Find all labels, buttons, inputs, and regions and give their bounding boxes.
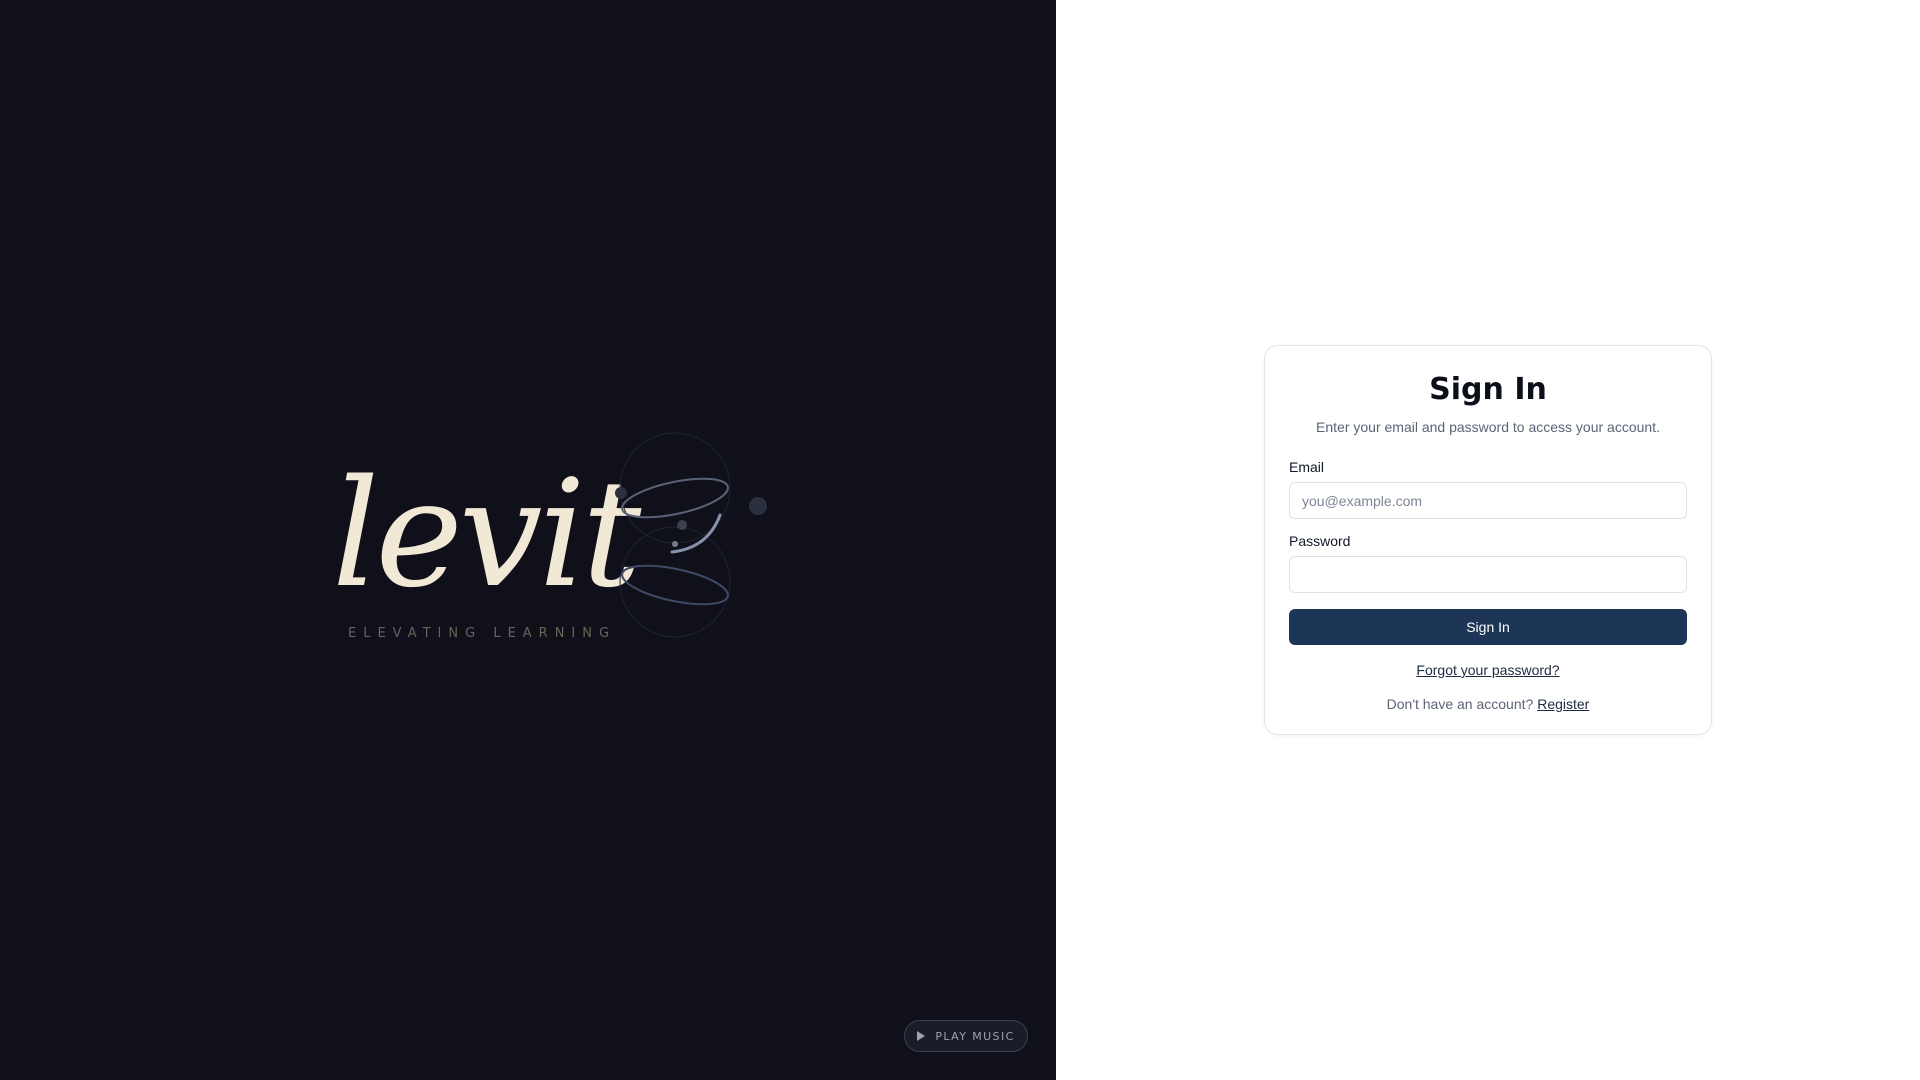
logo: levit ELEVATING LEARNING <box>320 430 780 650</box>
forgot-password-link[interactable]: Forgot your password? <box>1289 662 1687 678</box>
register-prompt: Don't have an account? <box>1386 696 1534 712</box>
brand-panel: levit ELEVATING LEARNING PLAY MUSIC <box>0 0 1056 1080</box>
signin-subtitle: Enter your email and password to access … <box>1316 419 1660 435</box>
play-music-button[interactable]: PLAY MUSIC <box>904 1020 1028 1052</box>
page-title: Sign In <box>1429 372 1547 407</box>
password-field[interactable] <box>1289 556 1687 593</box>
signin-card: Sign In Enter your email and password to… <box>1264 345 1712 735</box>
play-icon <box>917 1031 926 1041</box>
logo-tagline: ELEVATING LEARNING <box>348 626 617 641</box>
play-music-label: PLAY MUSIC <box>935 1029 1015 1043</box>
register-row: Don't have an account? Register <box>1289 696 1687 712</box>
email-field[interactable] <box>1289 482 1687 519</box>
sign-in-button[interactable]: Sign In <box>1289 609 1687 645</box>
email-label: Email <box>1289 459 1325 475</box>
orbit-logo-icon <box>615 432 767 638</box>
register-link[interactable]: Register <box>1537 696 1589 712</box>
password-label: Password <box>1289 533 1351 549</box>
